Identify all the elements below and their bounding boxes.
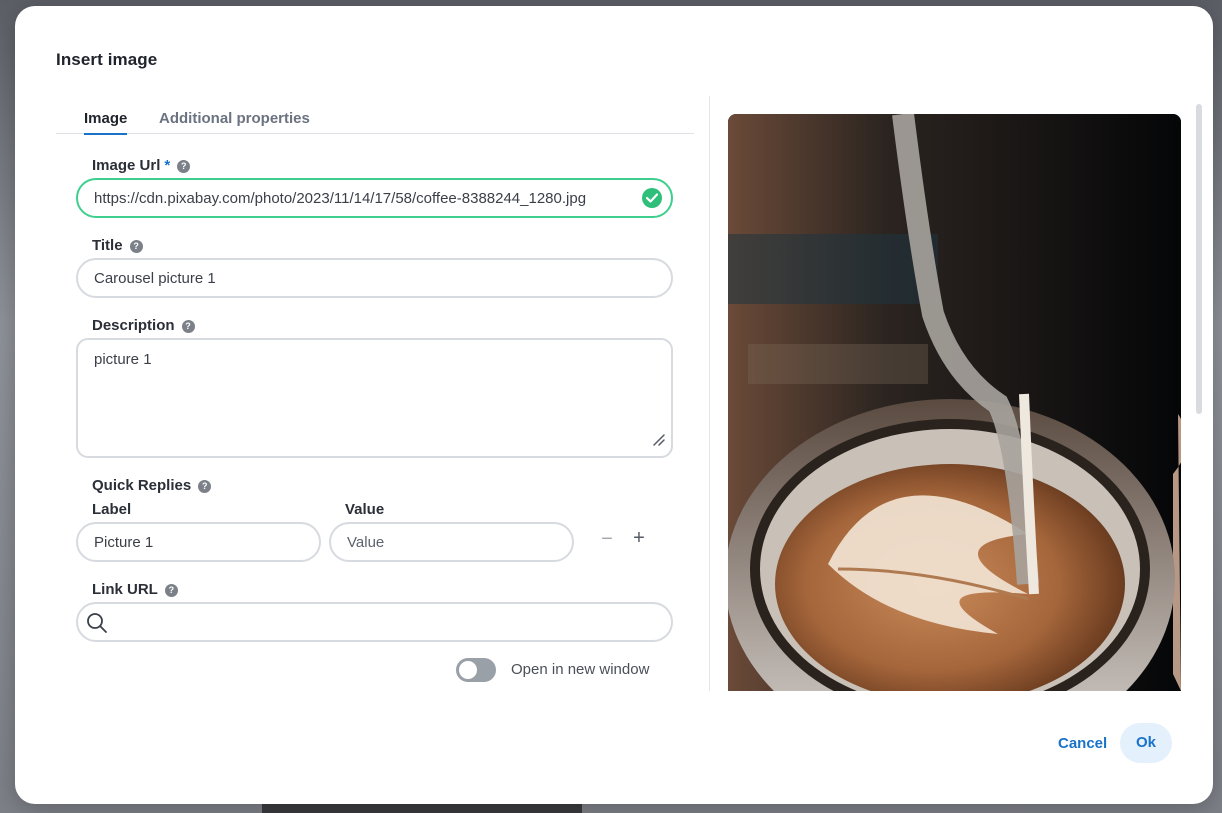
dialog-scrollbar[interactable]	[1196, 104, 1202, 414]
resize-handle-icon[interactable]	[653, 433, 665, 450]
description-textarea[interactable]: picture 1	[76, 338, 673, 458]
question-circle-icon[interactable]: ?	[181, 320, 195, 333]
dialog-title: Insert image	[56, 50, 158, 69]
title-label-text: Title	[92, 237, 123, 254]
image-preview	[728, 114, 1181, 691]
tab-bar: Image Additional properties	[56, 102, 694, 135]
tab-additional-properties[interactable]: Additional properties	[159, 110, 310, 133]
quick-reply-label-input[interactable]: Picture 1	[76, 522, 321, 562]
tab-image[interactable]: Image	[84, 110, 128, 135]
title-value: Carousel picture 1	[94, 269, 216, 287]
question-circle-icon[interactable]: ?	[164, 584, 178, 597]
open-new-window-toggle[interactable]	[456, 658, 496, 682]
title-label: Title ?	[92, 237, 143, 254]
add-quick-reply-button[interactable]: +	[629, 527, 649, 550]
remove-quick-reply-button[interactable]: −	[597, 528, 617, 551]
open-new-window-label: Open in new window	[511, 661, 650, 678]
description-label: Description ?	[92, 317, 195, 334]
quick-replies-label: Quick Replies ?	[92, 477, 212, 494]
coffee-latte-photo	[728, 114, 1181, 691]
quick-reply-label-value: Picture 1	[94, 533, 154, 551]
quick-replies-label-text: Quick Replies	[92, 477, 192, 494]
search-icon	[86, 612, 108, 638]
quick-reply-label-header: Label	[92, 501, 132, 518]
quick-reply-value-input[interactable]: Value	[329, 522, 574, 562]
title-input[interactable]: Carousel picture 1	[76, 258, 673, 298]
toggle-knob	[459, 661, 477, 679]
panel-divider	[709, 96, 710, 691]
quick-reply-value-header: Value	[345, 501, 385, 518]
image-url-value: https://cdn.pixabay.com/photo/2023/11/14…	[94, 189, 587, 207]
description-label-text: Description	[92, 317, 175, 334]
required-mark: *	[164, 157, 171, 174]
description-value: picture 1	[94, 351, 152, 368]
insert-image-dialog: Insert image Image Additional properties…	[15, 6, 1213, 804]
image-url-input[interactable]: https://cdn.pixabay.com/photo/2023/11/14…	[76, 178, 673, 218]
question-circle-icon[interactable]: ?	[198, 480, 212, 493]
quick-reply-value-placeholder: Value	[347, 533, 385, 551]
cancel-button[interactable]: Cancel	[1050, 726, 1115, 762]
question-circle-icon[interactable]: ?	[129, 240, 143, 253]
image-url-label: Image Url * ?	[92, 157, 191, 174]
link-url-label: Link URL ?	[92, 581, 178, 598]
ok-button[interactable]: Ok	[1120, 723, 1172, 763]
link-url-input[interactable]	[76, 602, 673, 642]
question-circle-icon[interactable]: ?	[177, 160, 191, 173]
link-url-label-text: Link URL	[92, 581, 158, 598]
image-url-label-text: Image Url	[92, 157, 161, 174]
check-circle-icon	[642, 188, 662, 208]
